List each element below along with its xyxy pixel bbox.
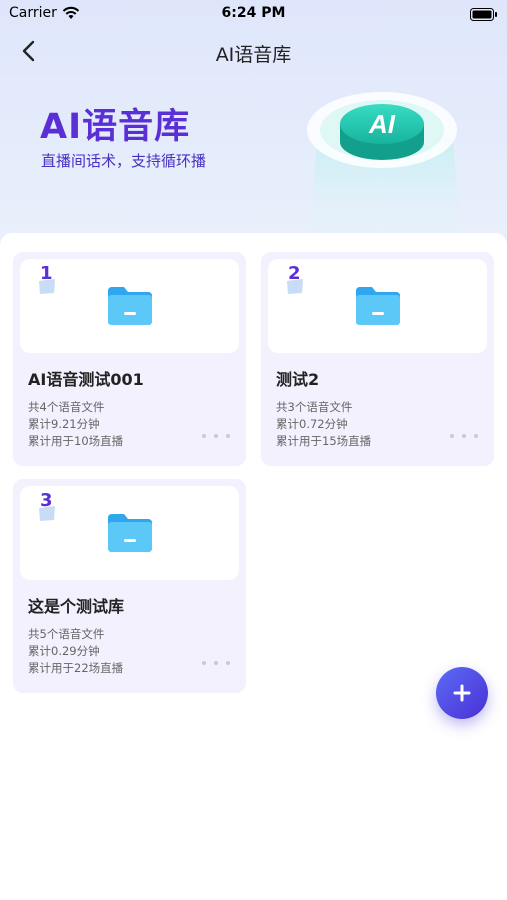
ai-badge-text: AI bbox=[368, 109, 396, 139]
card-duration: 累计0.72分钟 bbox=[276, 417, 348, 431]
card-number: 1 bbox=[40, 263, 53, 284]
card-usage: 累计用于22场直播 bbox=[28, 661, 124, 675]
library-card[interactable]: 1 AI语音测试001 共4个语音文件 累计9.21分钟 累计用于10场直播 bbox=[13, 252, 246, 466]
card-title: 测试2 bbox=[276, 370, 320, 389]
card-thumbnail: 2 bbox=[268, 259, 487, 353]
more-dots-icon[interactable] bbox=[450, 430, 478, 442]
more-dots-icon[interactable] bbox=[202, 430, 230, 442]
folder-icon bbox=[106, 283, 154, 331]
add-library-button[interactable] bbox=[436, 667, 488, 719]
library-card[interactable]: 2 测试2 共3个语音文件 累计0.72分钟 累计用于15场直播 bbox=[261, 252, 494, 466]
card-number: 2 bbox=[288, 263, 301, 284]
card-file-count: 共5个语音文件 bbox=[28, 627, 105, 641]
hero-subtitle: 直播间话术，支持循环播 bbox=[41, 152, 207, 170]
card-usage: 累计用于15场直播 bbox=[276, 434, 372, 448]
folder-icon bbox=[106, 510, 154, 558]
card-thumbnail: 3 bbox=[20, 486, 239, 580]
card-title: AI语音测试001 bbox=[28, 370, 144, 389]
ai-badge-illustration: AI bbox=[300, 78, 470, 248]
card-file-count: 共4个语音文件 bbox=[28, 400, 105, 414]
card-thumbnail: 1 bbox=[20, 259, 239, 353]
card-number: 3 bbox=[40, 490, 53, 511]
card-duration: 累计9.21分钟 bbox=[28, 417, 100, 431]
card-file-count: 共3个语音文件 bbox=[276, 400, 353, 414]
card-usage: 累计用于10场直播 bbox=[28, 434, 124, 448]
more-dots-icon[interactable] bbox=[202, 657, 230, 669]
status-bar: Carrier 6:24 PM bbox=[0, 0, 507, 28]
plus-icon bbox=[453, 684, 471, 702]
battery-icon bbox=[470, 7, 498, 25]
page-title: AI语音库 bbox=[215, 44, 292, 66]
nav-bar: AI语音库 bbox=[0, 30, 507, 74]
hero-title: AI语音库 bbox=[40, 107, 191, 147]
card-title: 这是个测试库 bbox=[28, 597, 125, 616]
library-card[interactable]: 3 这是个测试库 共5个语音文件 累计0.29分钟 累计用于22场直播 bbox=[13, 479, 246, 693]
folder-icon bbox=[354, 283, 402, 331]
clock: 6:24 PM bbox=[221, 5, 286, 21]
card-duration: 累计0.29分钟 bbox=[28, 644, 100, 658]
